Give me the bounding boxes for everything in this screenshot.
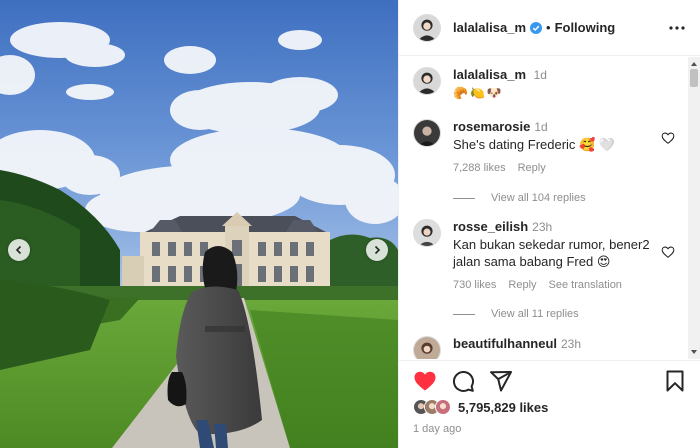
caption-username[interactable]: lalalalisa_m [453,67,526,82]
commenter-avatar[interactable] [413,219,441,247]
comment-item: rosemarosie 1d She's dating Frederic 🥰 🤍 … [413,119,683,174]
photo-scene [0,0,398,448]
heart-filled-icon [414,371,436,391]
chevron-left-icon [15,245,22,255]
commenter-avatar[interactable] [413,119,441,147]
like-button[interactable] [413,369,437,393]
view-replies-button[interactable]: View all 104 replies [453,192,586,204]
chevron-right-icon [374,245,381,255]
post-header: lalalalisa_m • Following [399,0,700,56]
commenter-username[interactable]: rosse_eilish [453,219,528,234]
scroll-down-arrow-icon[interactable] [690,348,698,356]
bookmark-icon [666,370,684,392]
post-actions: 5,795,829 likes 1 day ago [399,360,700,448]
caption-text: 🥐🍋🐶 [453,86,504,100]
view-replies-button[interactable]: View all 11 replies [453,308,579,320]
commenter-avatar[interactable] [413,336,441,359]
comments-list[interactable]: lalalalisa_m 1d 🥐🍋🐶 rosemarosie 1d She's … [399,57,700,359]
author-username[interactable]: lalalalisa_m [453,20,526,35]
comment-time: 23h [561,337,582,351]
comment-likes-count[interactable]: 7,288 likes [453,162,506,174]
scrollbar-thumb[interactable] [690,69,698,87]
comment-button[interactable] [451,369,475,393]
comment-item: rosse_eilish 23h Kan bukan sekedar rumor,… [413,219,683,291]
share-icon [490,371,512,392]
comment-time: 23h [532,220,553,234]
commenter-username[interactable]: rosemarosie [453,119,530,134]
scroll-up-arrow-icon[interactable] [690,60,698,68]
previous-photo-button[interactable] [8,239,30,261]
save-button[interactable] [663,369,687,393]
comment-text: Kan bukan sekedar rumor, bener2 jalan sa… [453,237,650,269]
comment-likes-count[interactable]: 730 likes [453,279,496,291]
likes-count[interactable]: 5,795,829 likes [458,400,548,415]
liker-avatar[interactable] [435,399,451,415]
reply-button[interactable]: Reply [508,279,536,291]
commenter-username[interactable]: beautifulhanneul [453,336,557,351]
share-button[interactable] [489,369,513,393]
post-detail-panel: lalalalisa_m • Following lalalalisa_m 1d… [398,0,700,448]
reply-button[interactable]: Reply [518,162,546,174]
caption-avatar[interactable] [413,67,441,95]
comment-text: She's dating Frederic 🥰 🤍 [453,137,616,152]
like-comment-heart-icon[interactable] [661,131,675,145]
caption: lalalalisa_m 1d 🥐🍋🐶 [413,67,547,100]
verified-badge-icon [530,21,542,34]
post-photo[interactable] [0,0,398,448]
author-avatar[interactable] [413,13,441,42]
see-translation-button[interactable]: See translation [549,279,622,291]
caption-time: 1d [533,68,547,82]
likes-summary: 5,795,829 likes [413,399,548,415]
following-button[interactable]: Following [555,20,616,35]
like-comment-heart-icon[interactable] [661,245,675,259]
next-photo-button[interactable] [366,239,388,261]
view-replies-label: View all 11 replies [491,308,579,320]
view-replies-label: View all 104 replies [491,192,586,204]
separator-dot: • [546,20,551,35]
more-options-button[interactable] [667,18,687,38]
comments-scrollbar[interactable] [688,57,700,359]
comment-time: 1d [534,120,548,134]
comment-item: beautifulhanneul 23h [413,336,683,359]
more-options-icon [669,26,685,30]
comment-icon [452,370,474,392]
post-timestamp[interactable]: 1 day ago [413,423,461,435]
